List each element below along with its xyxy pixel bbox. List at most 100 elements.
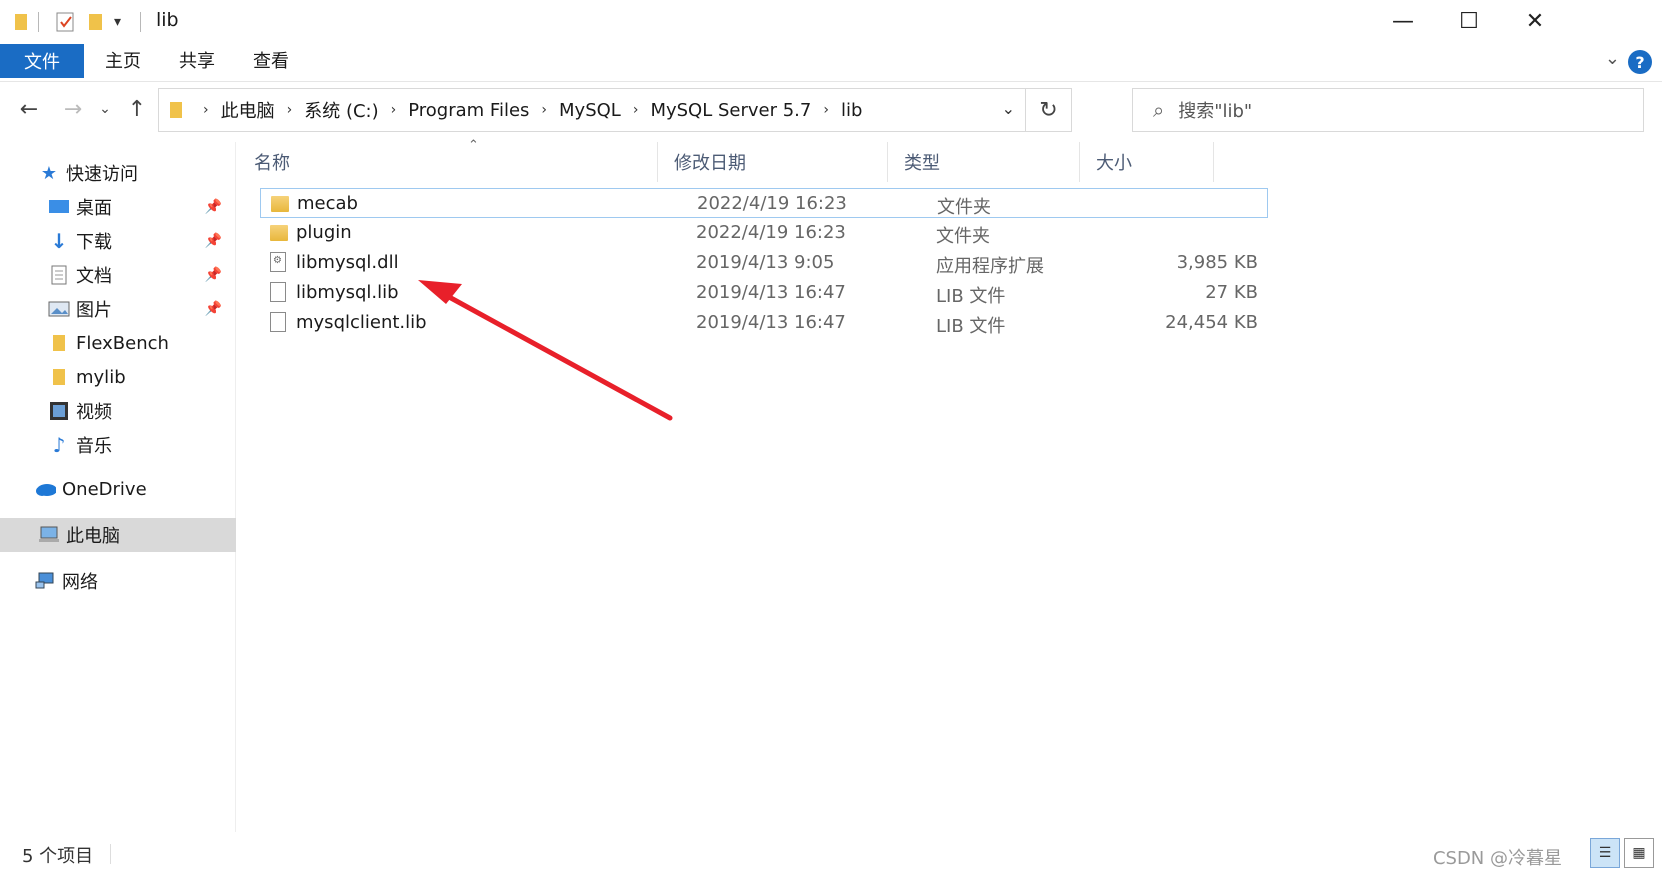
back-icon[interactable]: ← [14, 94, 44, 124]
forward-icon[interactable]: → [58, 94, 88, 124]
tab-share[interactable]: 共享 [164, 42, 230, 78]
window-title: lib [156, 9, 179, 31]
breadcrumb-mysql-server[interactable]: MySQL Server 5.7 [650, 100, 811, 121]
sidebar-item-quick-access[interactable]: ★ 快速访问 [0, 156, 236, 190]
large-icons-view-icon[interactable]: ▦ [1624, 838, 1654, 868]
desktop-icon [48, 197, 70, 217]
file-modified: 2019/4/13 16:47 [696, 312, 846, 333]
sidebar-item-music[interactable]: ♪ 音乐 [0, 428, 236, 462]
sidebar-item-documents[interactable]: 文档 📌 [0, 258, 236, 292]
picture-icon [48, 299, 70, 319]
breadcrumb-separator[interactable]: › [633, 102, 639, 118]
file-name: plugin [296, 222, 352, 243]
breadcrumb-mysql[interactable]: MySQL [559, 100, 621, 121]
pin-icon[interactable]: 📌 [205, 233, 222, 249]
sidebar-item-pictures[interactable]: 图片 📌 [0, 292, 236, 326]
star-icon: ★ [40, 162, 58, 184]
sidebar-item-downloads[interactable]: ↓ 下载 📌 [0, 224, 236, 258]
file-modified: 2022/4/19 16:23 [696, 222, 846, 243]
up-icon[interactable]: ↑ [122, 94, 152, 124]
file-name: libmysql.lib [296, 282, 399, 303]
tab-file[interactable]: 文件 [0, 44, 84, 78]
customize-toolbar-icon[interactable]: ▾ [114, 10, 121, 34]
file-name: libmysql.dll [296, 252, 399, 273]
file-type: 文件夹 [937, 197, 991, 218]
recent-locations-icon[interactable]: ⌄ [96, 94, 114, 124]
file-type: 文件夹 [936, 226, 990, 247]
file-type: 应用程序扩展 [936, 256, 1044, 277]
file-modified: 2022/4/19 16:23 [697, 193, 847, 214]
properties-icon[interactable] [56, 10, 76, 34]
chevron-down-icon[interactable]: ⌄ [1002, 99, 1015, 118]
sidebar-item-mylib[interactable]: mylib [0, 360, 236, 394]
expand-ribbon-icon[interactable]: ⌄ [1605, 48, 1620, 69]
file-name: mecab [297, 193, 358, 214]
breadcrumb-drive-c[interactable]: 系统 (C:) [304, 97, 378, 123]
file-name: mysqlclient.lib [296, 312, 427, 333]
column-header-modified[interactable]: 修改日期 [658, 142, 888, 182]
table-row[interactable]: libmysql.dll 2019/4/13 9:05 应用程序扩展 3,985… [260, 248, 1268, 278]
file-size: 27 KB [1205, 282, 1258, 303]
minimize-button[interactable]: — [1368, 0, 1438, 42]
dll-file-icon [270, 252, 290, 274]
maximize-button[interactable]: ☐ [1434, 0, 1504, 42]
folder-icon [169, 100, 183, 120]
breadcrumb-separator[interactable]: › [541, 102, 547, 118]
sidebar-item-onedrive[interactable]: OneDrive [0, 472, 236, 506]
download-icon: ↓ [50, 229, 68, 253]
network-icon [34, 571, 56, 591]
sidebar-item-desktop[interactable]: 桌面 📌 [0, 190, 236, 224]
navigation-pane: ★ 快速访问 桌面 📌 ↓ 下载 📌 文档 📌 图片 📌 FlexBench m… [0, 142, 236, 832]
pin-icon[interactable]: 📌 [205, 199, 222, 215]
details-view-icon[interactable]: ☰ [1590, 838, 1620, 868]
breadcrumb-separator[interactable]: › [203, 102, 209, 118]
tab-home[interactable]: 主页 [90, 42, 156, 78]
breadcrumb-program-files[interactable]: Program Files [408, 100, 529, 121]
pin-icon[interactable]: 📌 [205, 267, 222, 283]
breadcrumb-lib[interactable]: lib [841, 100, 862, 121]
sidebar-item-network[interactable]: 网络 [0, 564, 236, 598]
cloud-icon [34, 479, 56, 499]
new-folder-icon[interactable] [88, 10, 104, 34]
search-box[interactable]: ⌕ 搜索"lib" [1132, 88, 1644, 132]
file-size: 3,985 KB [1176, 252, 1258, 273]
folder-icon [48, 367, 70, 387]
navigation-bar: ← → ⌄ ↑ › 此电脑 › 系统 (C:) › Program Files … [0, 82, 1662, 138]
folder-icon [14, 10, 28, 34]
music-icon: ♪ [52, 433, 66, 457]
help-icon[interactable]: ? [1628, 50, 1652, 74]
sidebar-item-this-pc[interactable]: 此电脑 [0, 518, 236, 552]
close-button[interactable]: ✕ [1500, 0, 1570, 42]
breadcrumb-separator[interactable]: › [823, 102, 829, 118]
table-row[interactable]: mecab 2022/4/19 16:23 文件夹 [260, 188, 1268, 218]
refresh-icon[interactable]: ↻ [1025, 89, 1071, 131]
sort-ascending-icon: ⌃ [468, 138, 479, 153]
table-row[interactable]: plugin 2022/4/19 16:23 文件夹 [260, 218, 1268, 248]
file-size: 24,454 KB [1165, 312, 1258, 333]
table-row[interactable]: mysqlclient.lib 2019/4/13 16:47 LIB 文件 2… [260, 308, 1268, 338]
column-header-type[interactable]: 类型 [888, 142, 1080, 182]
item-count: 5 个项目 [22, 846, 94, 867]
breadcrumb-this-pc[interactable]: 此电脑 [221, 97, 275, 123]
column-header-size[interactable]: 大小 [1080, 142, 1214, 182]
table-row[interactable]: libmysql.lib 2019/4/13 16:47 LIB 文件 27 K… [260, 278, 1268, 308]
file-type: LIB 文件 [936, 286, 1006, 307]
column-header-name[interactable]: 名称 ⌃ [238, 138, 658, 182]
file-list: 名称 ⌃ 修改日期 类型 大小 mecab 2022/4/19 16:23 文件… [236, 138, 1662, 832]
breadcrumb-separator[interactable]: › [391, 102, 397, 118]
address-bar[interactable]: › 此电脑 › 系统 (C:) › Program Files › MySQL … [158, 88, 1072, 132]
file-icon [270, 282, 290, 304]
sidebar-item-videos[interactable]: 视频 [0, 394, 236, 428]
watermark: CSDN @冷暮星 [1432, 848, 1562, 869]
tab-view[interactable]: 查看 [238, 42, 304, 78]
status-bar: 5 个项目 CSDN @冷暮星 ☰ ▦ [0, 832, 1662, 874]
computer-icon [38, 525, 60, 545]
file-icon [270, 312, 290, 334]
pin-icon[interactable]: 📌 [205, 301, 222, 317]
video-icon [48, 401, 70, 421]
sidebar-item-flexbench[interactable]: FlexBench [0, 326, 236, 360]
folder-icon [270, 222, 290, 244]
breadcrumb-separator[interactable]: › [287, 102, 293, 118]
search-icon: ⌕ [1153, 98, 1165, 122]
search-placeholder: 搜索"lib" [1178, 101, 1253, 122]
